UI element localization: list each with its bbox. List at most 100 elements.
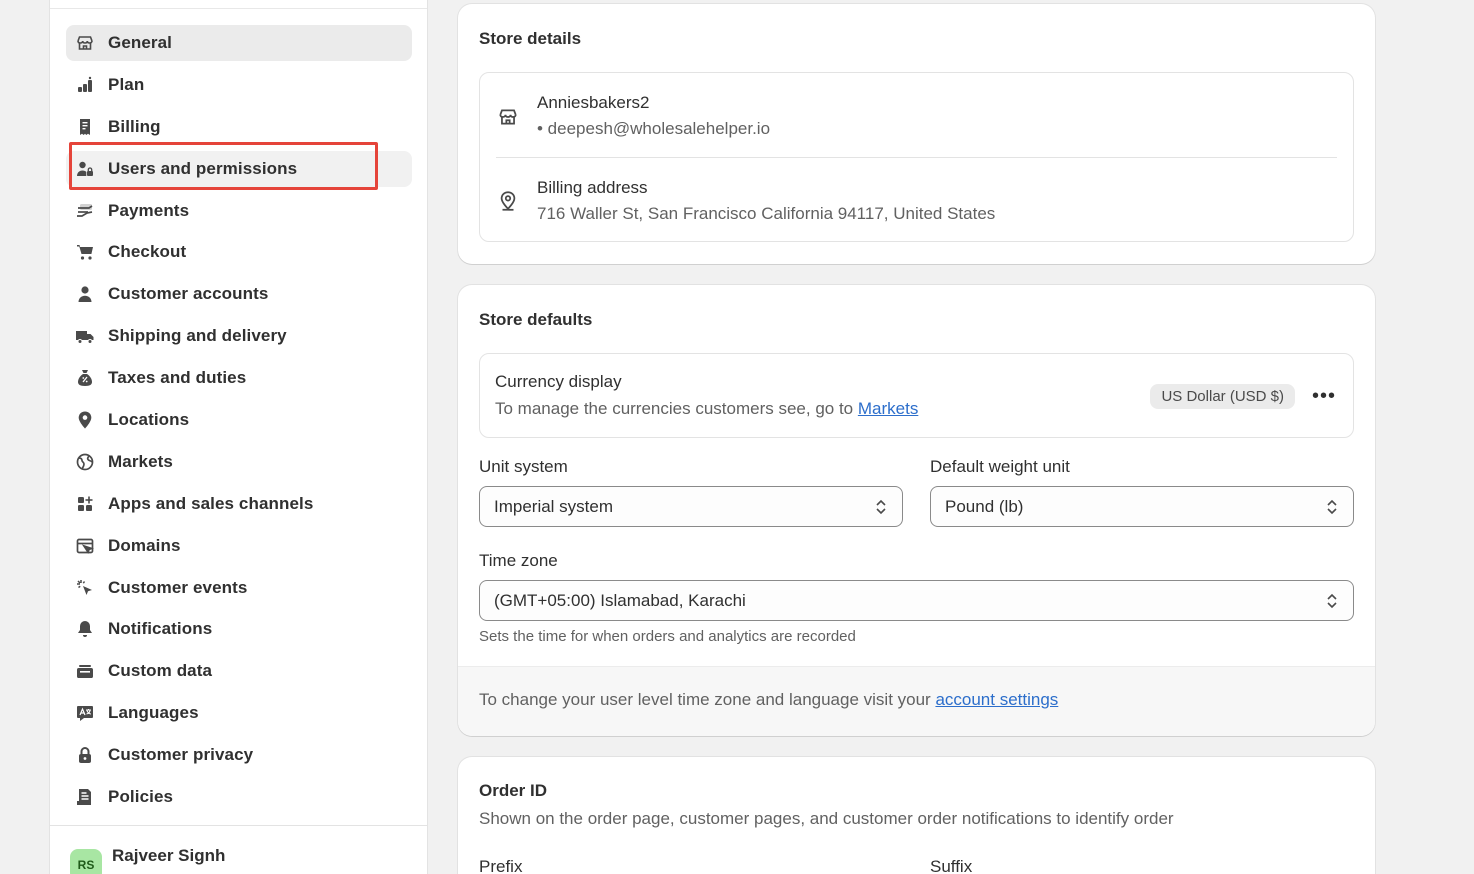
person-icon xyxy=(74,283,96,305)
sidebar-item-policies[interactable]: Policies xyxy=(66,779,412,815)
weight-unit-label: Default weight unit xyxy=(930,457,1070,476)
location-pin-icon xyxy=(497,190,519,212)
footer-text-body: To change your user level time zone and … xyxy=(479,690,936,709)
more-actions-button[interactable]: ••• xyxy=(1309,381,1339,411)
sidebar-item-taxes-and-duties[interactable]: Taxes and duties xyxy=(66,360,412,396)
sidebar-item-label: Markets xyxy=(108,451,173,471)
sidebar-item-markets[interactable]: Markets xyxy=(66,444,412,480)
sidebar-item-languages[interactable]: Languages xyxy=(66,695,412,731)
sidebar-item-label: Apps and sales channels xyxy=(108,493,314,513)
time-zone-label: Time zone xyxy=(479,551,558,570)
translate-icon xyxy=(74,702,96,724)
store-name: Anniesbakers2 xyxy=(537,93,650,112)
card-title: Store defaults xyxy=(479,310,593,329)
more-horizontal-icon: ••• xyxy=(1311,384,1336,407)
custom-data-icon xyxy=(74,660,96,682)
currency-badge: US Dollar (USD $) xyxy=(1150,384,1295,409)
unit-system-value: Imperial system xyxy=(494,496,614,516)
lock-icon xyxy=(74,744,96,766)
unit-system-select[interactable]: Imperial system xyxy=(479,486,903,527)
store-icon xyxy=(497,106,519,128)
billing-address-value: 716 Waller St, San Francisco California … xyxy=(537,204,996,223)
sidebar-item-label: Locations xyxy=(108,410,190,430)
truck-icon xyxy=(74,325,96,347)
select-chevron-icon xyxy=(1325,498,1339,516)
prefix-label: Prefix xyxy=(479,857,523,874)
location-pin-icon xyxy=(74,409,96,431)
weight-unit-value: Pound (lb) xyxy=(945,496,1024,516)
tax-bag-icon xyxy=(74,367,96,389)
billing-icon xyxy=(74,116,96,138)
apps-icon xyxy=(74,493,96,515)
sidebar-item-label: Custom data xyxy=(108,661,213,681)
sidebar-item-label: Payments xyxy=(108,200,190,220)
sidebar-item-label: Users and permissions xyxy=(108,158,298,178)
card-footer: To change your user level time zone and … xyxy=(458,666,1375,736)
users-icon xyxy=(74,158,96,180)
globe-icon xyxy=(74,451,96,473)
sidebar-item-label: Plan xyxy=(108,74,145,94)
sidebar-item-custom-data[interactable]: Custom data xyxy=(66,653,412,689)
settings-sidebar: General Plan Billing Users and permissio… xyxy=(49,0,428,874)
store-icon xyxy=(74,32,96,54)
cart-icon xyxy=(74,241,96,263)
user-profile[interactable]: RS Rajveer Signh xyxy=(70,843,225,874)
select-chevron-icon xyxy=(1325,592,1339,610)
sidebar-item-shipping-and-delivery[interactable]: Shipping and delivery xyxy=(66,318,412,354)
store-details-box[interactable]: Anniesbakers2 • deepesh@wholesalehelper.… xyxy=(479,72,1354,242)
sidebar-item-domains[interactable]: Domains xyxy=(66,528,412,564)
card-title: Order ID xyxy=(479,781,548,800)
sidebar-item-label: Customer events xyxy=(108,577,248,597)
order-id-description: Shown on the order page, customer pages,… xyxy=(479,809,1174,828)
suffix-label: Suffix xyxy=(930,857,973,874)
sidebar-item-customer-events[interactable]: Customer events xyxy=(66,570,412,606)
sidebar-item-label: Customer accounts xyxy=(108,284,269,304)
sidebar-item-general[interactable]: General xyxy=(66,25,412,61)
policies-icon xyxy=(74,786,96,808)
sidebar-item-payments[interactable]: Payments xyxy=(66,193,412,229)
sidebar-item-notifications[interactable]: Notifications xyxy=(66,611,412,647)
sidebar-item-billing[interactable]: Billing xyxy=(66,109,412,145)
sidebar-item-customer-accounts[interactable]: Customer accounts xyxy=(66,276,412,312)
store-defaults-card: Store defaults Currency display To manag… xyxy=(458,285,1375,736)
time-zone-value: (GMT+05:00) Islamabad, Karachi xyxy=(494,590,746,610)
time-zone-help: Sets the time for when orders and analyt… xyxy=(479,628,856,645)
sidebar-item-label: Notifications xyxy=(108,619,213,639)
sidebar-item-checkout[interactable]: Checkout xyxy=(66,234,412,270)
store-details-card: Store details Anniesbakers2 • deepesh@wh… xyxy=(458,4,1375,264)
sidebar-item-label: Taxes and duties xyxy=(108,368,247,388)
card-title: Store details xyxy=(479,29,582,48)
avatar: RS xyxy=(70,849,102,874)
sidebar-item-customer-privacy[interactable]: Customer privacy xyxy=(66,737,412,773)
currency-subtitle-text: To manage the currencies customers see, … xyxy=(495,399,858,418)
sidebar-item-label: General xyxy=(108,33,173,52)
account-settings-link[interactable]: account settings xyxy=(935,690,1058,709)
divider xyxy=(50,825,427,826)
divider xyxy=(496,157,1337,158)
unit-system-label: Unit system xyxy=(479,457,568,476)
markets-link[interactable]: Markets xyxy=(858,399,918,418)
sidebar-item-plan[interactable]: Plan xyxy=(66,67,412,103)
payments-icon xyxy=(74,200,96,222)
billing-address-label: Billing address xyxy=(537,178,648,197)
sidebar-item-label: Billing xyxy=(108,116,161,136)
currency-display-title: Currency display xyxy=(495,372,622,391)
sidebar-item-label: Languages xyxy=(108,703,199,723)
sidebar-item-locations[interactable]: Locations xyxy=(66,402,412,438)
sidebar-item-label: Checkout xyxy=(108,242,187,262)
settings-nav: General Plan Billing Users and permissio… xyxy=(66,25,412,821)
time-zone-select[interactable]: (GMT+05:00) Islamabad, Karachi xyxy=(479,580,1354,621)
divider xyxy=(50,8,427,9)
domains-icon xyxy=(74,535,96,557)
store-email: • deepesh@wholesalehelper.io xyxy=(537,119,771,138)
sidebar-item-label: Policies xyxy=(108,787,174,807)
currency-display-box: Currency display To manage the currencie… xyxy=(479,353,1354,438)
select-chevron-icon xyxy=(874,498,888,516)
sidebar-item-label: Customer privacy xyxy=(108,745,254,765)
sidebar-item-users-and-permissions[interactable]: Users and permissions xyxy=(66,150,412,187)
bell-icon xyxy=(74,618,96,640)
sidebar-item-apps-and-sales-channels[interactable]: Apps and sales channels xyxy=(66,486,412,522)
order-id-card: Order ID Shown on the order page, custom… xyxy=(458,757,1375,874)
weight-unit-select[interactable]: Pound (lb) xyxy=(930,486,1354,527)
sidebar-item-label: Domains xyxy=(108,535,181,555)
